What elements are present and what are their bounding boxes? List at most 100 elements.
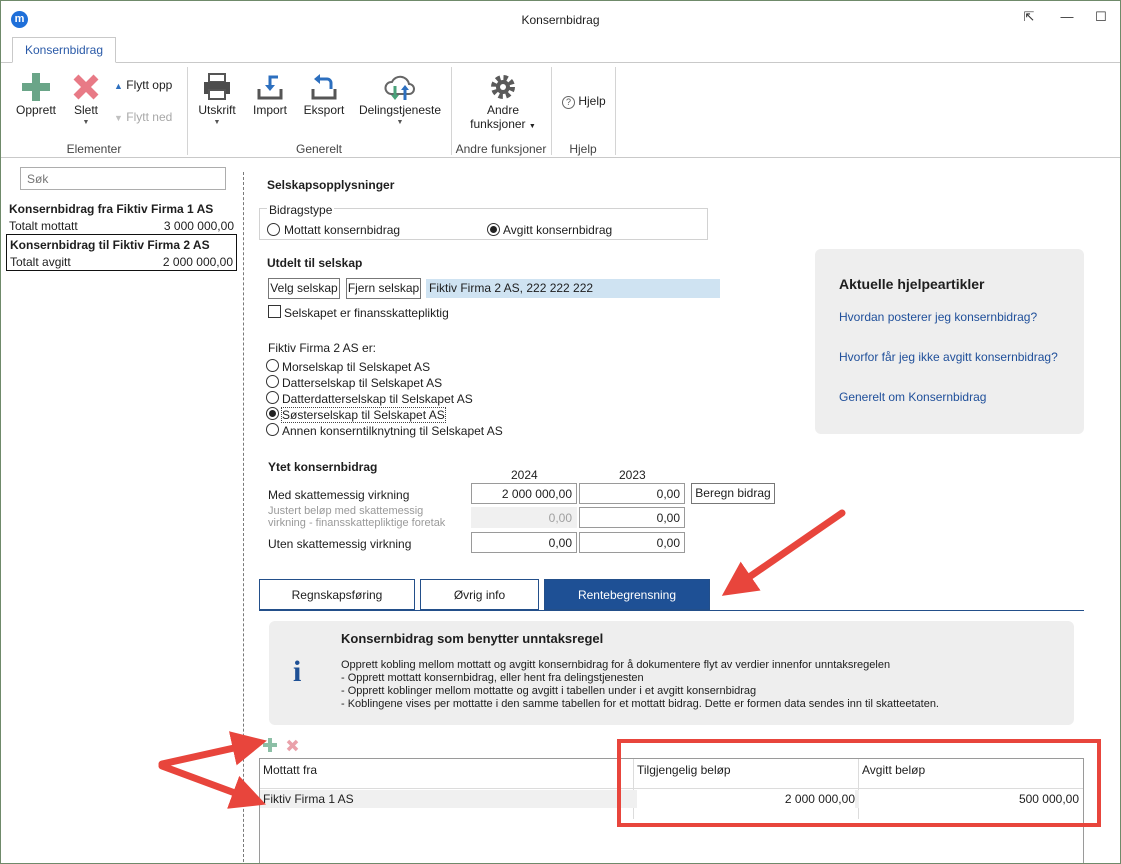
delingstjeneste-button[interactable]: Delingstjeneste ▼ xyxy=(355,71,445,126)
andre-funksjoner-button[interactable]: Andre funksjoner ▼ xyxy=(463,71,543,131)
help-link[interactable]: Hvordan posterer jeg konsernbidrag? xyxy=(839,310,1037,324)
radio-datterdatterselskap[interactable] xyxy=(266,391,279,404)
import-label: Import xyxy=(252,103,287,117)
bidragstype-legend: Bidragstype xyxy=(267,203,335,217)
import-button[interactable]: Import xyxy=(247,71,293,117)
help-link[interactable]: Generelt om Konsernbidrag xyxy=(839,390,986,404)
checkbox-label: Selskapet er finansskattepliktig xyxy=(284,306,449,320)
add-link-button[interactable] xyxy=(263,738,277,752)
radio-label: Datterdatterselskap til Selskapet AS xyxy=(282,392,473,406)
radio-avgitt[interactable] xyxy=(487,223,500,236)
year-header: 2023 xyxy=(619,468,646,482)
slett-label: Slett xyxy=(73,103,98,117)
maximize-icon[interactable]: ☐ xyxy=(1093,10,1109,24)
list-item-value: 3 000 000,00 xyxy=(163,219,234,233)
ribbon-tab-konsernbidrag[interactable]: Konsernbidrag xyxy=(12,37,116,63)
slett-button[interactable]: Slett ▼ xyxy=(65,71,107,126)
annotation-arrow-row xyxy=(158,762,266,809)
column-header: Avgitt beløp xyxy=(862,763,926,777)
info-box: i Konsernbidrag som benytter unntaksrege… xyxy=(269,621,1074,725)
cell-avgitt[interactable]: 500 000,00 xyxy=(862,792,1080,806)
velg-selskap-button[interactable]: Velg selskap xyxy=(268,278,340,299)
list-item[interactable]: Konsernbidrag fra Fiktiv Firma 1 AS Tota… xyxy=(6,199,237,236)
title-bar: m Konsernbidrag ⇱ — ☐ xyxy=(1,1,1120,35)
fjern-selskap-button[interactable]: Fjern selskap xyxy=(346,278,421,299)
row-label: Uten skattemessig virkning xyxy=(268,537,412,551)
column-divider xyxy=(633,759,634,819)
list-item-selected[interactable]: Konsernbidrag til Fiktiv Firma 2 AS Tota… xyxy=(6,234,237,271)
row-label: Justert beløp med skattemessig xyxy=(268,505,424,517)
search-input[interactable] xyxy=(20,167,226,190)
flytt-opp-button[interactable]: ▲ Flytt opp xyxy=(114,78,172,92)
tab-ovrig-info[interactable]: Øvrig info xyxy=(420,579,539,610)
list-item-title: Konsernbidrag fra Fiktiv Firma 1 AS xyxy=(9,202,214,216)
info-line: Opprett kobling mellom mottatt og avgitt… xyxy=(341,659,891,671)
cell-tilgjengelig: 2 000 000,00 xyxy=(784,792,855,806)
annotation-arrow-toolbar xyxy=(158,731,267,768)
year-header: 2024 xyxy=(511,468,538,482)
amount-input[interactable]: 0,00 xyxy=(579,532,685,553)
flytt-opp-label: Flytt opp xyxy=(126,78,173,92)
table-row[interactable]: Fiktiv Firma 1 AS 2 000 000,00 500 000,0… xyxy=(260,790,1083,808)
radio-label: Mottatt konsernbidrag xyxy=(284,223,401,237)
amount-input[interactable]: 0,00 xyxy=(579,483,685,504)
remove-link-button[interactable] xyxy=(286,739,299,752)
info-line: - Opprett koblinger mellom mottatte og a… xyxy=(341,685,757,697)
delete-x-icon xyxy=(65,71,107,103)
opprett-label: Opprett xyxy=(15,103,57,117)
radio-morselskap[interactable] xyxy=(266,359,279,372)
column-header: Mottatt fra xyxy=(263,763,318,777)
list-item-title: Konsernbidrag til Fiktiv Firma 2 AS xyxy=(10,238,210,252)
radio-label: Morselskap til Selskapet AS xyxy=(282,360,431,374)
radio-sosterselskap[interactable] xyxy=(266,407,279,420)
opprett-button[interactable]: Opprett xyxy=(11,71,61,117)
group-label-hjelp: Hjelp xyxy=(569,142,597,156)
beregn-bidrag-button[interactable]: Beregn bidrag xyxy=(691,483,775,504)
info-line: - Opprett mottatt konsernbidrag, eller h… xyxy=(341,672,644,684)
radio-label: Datterselskap til Selskapet AS xyxy=(282,376,443,390)
panel-divider xyxy=(243,172,244,862)
amount-input-disabled: 0,00 xyxy=(471,507,577,528)
arrow-up-icon: ▲ xyxy=(114,81,123,91)
flytt-ned-label: Flytt ned xyxy=(126,110,173,124)
list-item-label: Totalt avgitt xyxy=(10,255,71,269)
link-table: Mottatt fra Tilgjengelig beløp Avgitt be… xyxy=(259,758,1084,864)
flytt-ned-button[interactable]: ▼ Flytt ned xyxy=(114,110,172,124)
info-line: - Koblingene vises per mottatte i den sa… xyxy=(341,698,939,710)
help-link[interactable]: Hvorfor får jeg ikke avgitt konsernbidra… xyxy=(839,350,1058,364)
radio-label: Avgitt konsernbidrag xyxy=(503,223,613,237)
help-title: Aktuelle hjelpeartikler xyxy=(839,276,985,292)
cell-mottatt-fra: Fiktiv Firma 1 AS xyxy=(263,792,354,806)
ribbon: Opprett Slett ▼ ▲ Flytt opp ▼ Flytt ned … xyxy=(1,62,1120,158)
eksport-button[interactable]: Eksport xyxy=(299,71,349,117)
amount-input[interactable]: 2 000 000,00 xyxy=(471,483,577,504)
cloud-share-icon xyxy=(355,71,445,103)
selected-company-field: Fiktiv Firma 2 AS, 222 222 222 xyxy=(426,279,720,298)
list-item-value: 2 000 000,00 xyxy=(162,255,233,269)
minimize-icon[interactable]: — xyxy=(1059,10,1075,24)
radio-label: Søsterselskap til Selskapet AS xyxy=(281,407,446,423)
finansskatt-checkbox[interactable] xyxy=(268,305,281,318)
hjelp-button[interactable]: ? Hjelp xyxy=(562,94,606,109)
group-label-andre: Andre funksjoner xyxy=(455,142,547,156)
utskrift-label: Utskrift xyxy=(198,103,236,117)
section-title: Ytet konsernbidrag xyxy=(268,460,378,474)
tab-underline xyxy=(259,610,1084,611)
amount-input[interactable]: 0,00 xyxy=(471,532,577,553)
eksport-label: Eksport xyxy=(303,103,345,117)
help-panel: Aktuelle hjelpeartikler Hvordan posterer… xyxy=(815,249,1084,434)
group-divider xyxy=(615,67,616,155)
section-title: Utdelt til selskap xyxy=(267,256,363,270)
hjelp-label: Hjelp xyxy=(578,94,606,108)
tab-rentebegrensning[interactable]: Rentebegrensning xyxy=(544,579,710,610)
radio-mottatt[interactable] xyxy=(267,223,280,236)
radio-datterselskap[interactable] xyxy=(266,375,279,388)
info-title: Konsernbidrag som benytter unntaksregel xyxy=(341,631,604,646)
delingstjeneste-label: Delingstjeneste xyxy=(358,103,442,117)
pin-icon[interactable]: ⇱ xyxy=(1021,10,1037,24)
utskrift-button[interactable]: Utskrift ▼ xyxy=(194,71,240,126)
amount-input[interactable]: 0,00 xyxy=(579,507,685,528)
printer-icon xyxy=(194,71,240,103)
radio-annen[interactable] xyxy=(266,423,279,436)
tab-regnskapsforing[interactable]: Regnskapsføring xyxy=(259,579,415,610)
